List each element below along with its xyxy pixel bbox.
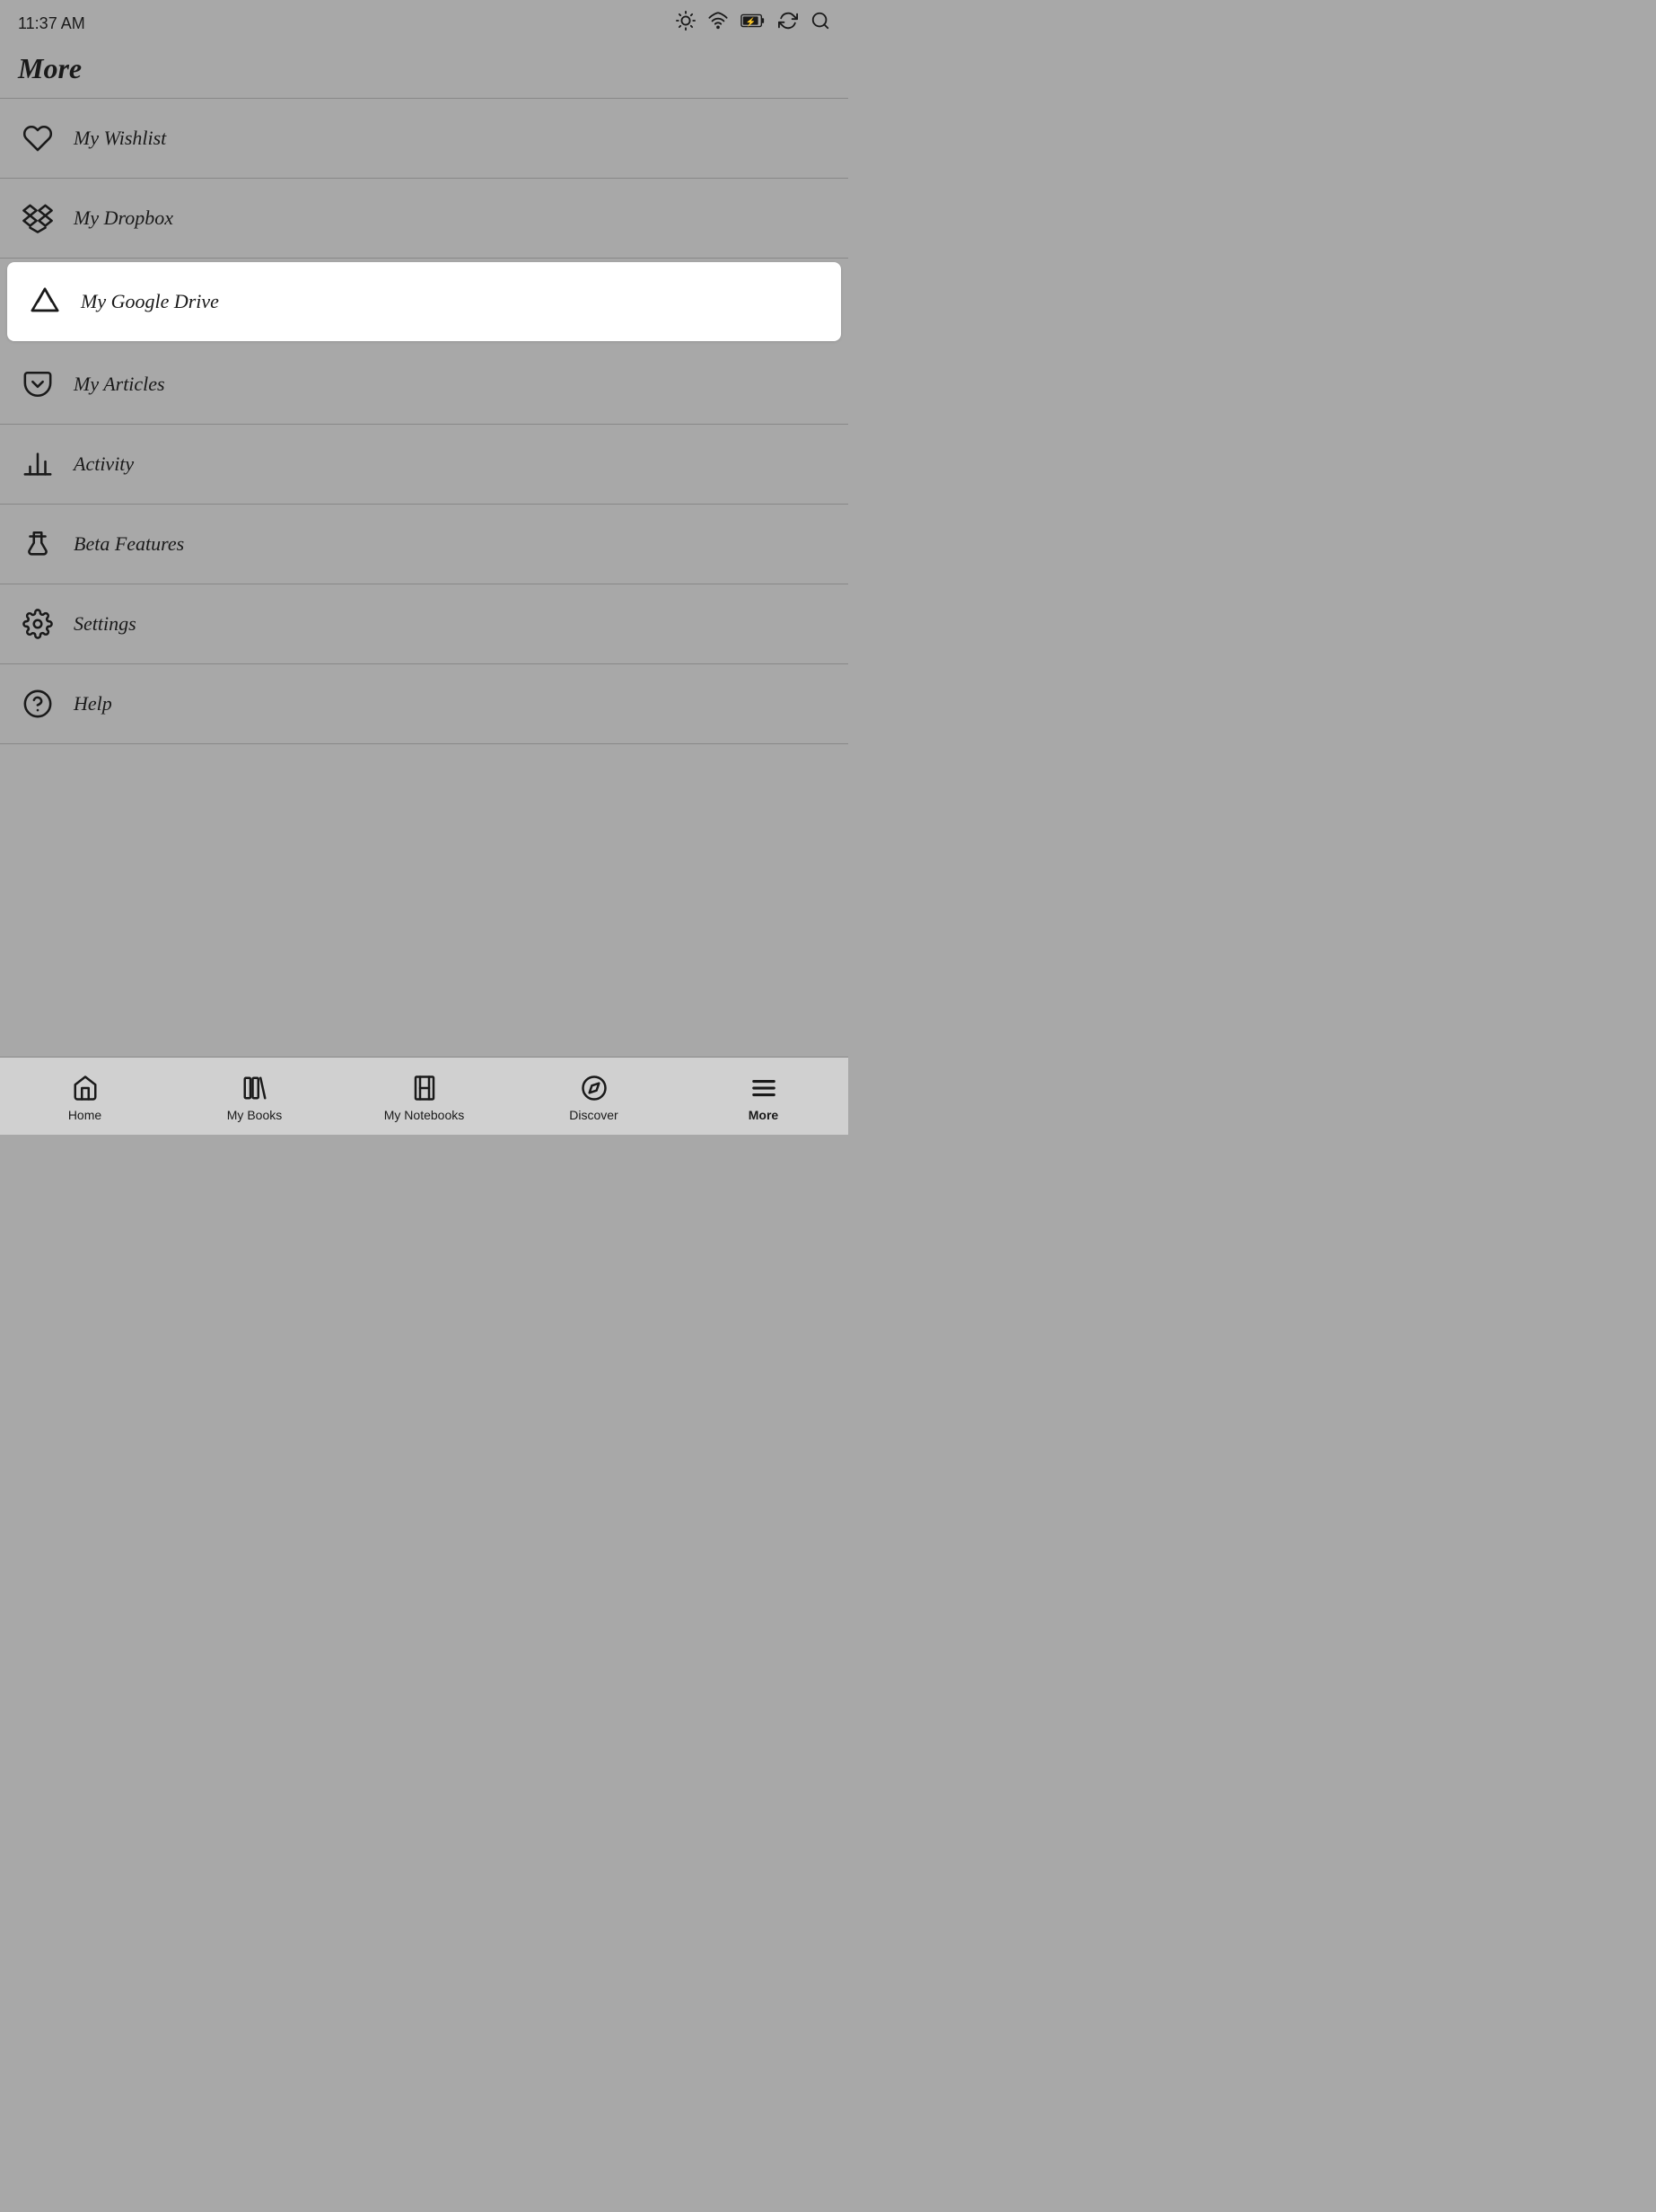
pocket-icon xyxy=(18,364,57,404)
google-drive-icon xyxy=(25,282,65,321)
nav-item-discover[interactable]: Discover xyxy=(509,1066,679,1128)
bottom-nav: Home My Books My Notebooks xyxy=(0,1057,848,1135)
dropbox-icon xyxy=(18,198,57,238)
page-title: More xyxy=(18,52,830,85)
menu-item-settings[interactable]: Settings xyxy=(0,584,848,664)
menu-item-activity[interactable]: Activity xyxy=(0,425,848,505)
compass-icon xyxy=(578,1072,610,1104)
help-circle-icon xyxy=(18,684,57,724)
menu-icon xyxy=(748,1072,780,1104)
flask-icon xyxy=(18,524,57,564)
svg-text:⚡: ⚡ xyxy=(746,17,757,28)
notebooks-icon xyxy=(408,1072,441,1104)
my-books-nav-label: My Books xyxy=(227,1108,282,1122)
beta-label: Beta Features xyxy=(74,532,184,556)
menu-item-articles[interactable]: My Articles xyxy=(0,345,848,425)
articles-label: My Articles xyxy=(74,373,165,396)
brightness-icon xyxy=(676,11,696,36)
status-time: 11:37 AM xyxy=(18,14,85,33)
bar-chart-icon xyxy=(18,444,57,484)
my-notebooks-nav-label: My Notebooks xyxy=(384,1108,464,1122)
search-icon[interactable] xyxy=(810,11,830,36)
menu-item-help[interactable]: Help xyxy=(0,664,848,744)
nav-item-my-notebooks[interactable]: My Notebooks xyxy=(339,1066,509,1128)
page-header: More xyxy=(0,43,848,99)
home-nav-label: Home xyxy=(68,1108,101,1122)
menu-list: My Wishlist My Dropbox My Google Drive xyxy=(0,99,848,1057)
menu-item-beta[interactable]: Beta Features xyxy=(0,505,848,584)
gear-icon xyxy=(18,604,57,644)
wifi-icon xyxy=(708,11,728,36)
nav-item-more[interactable]: More xyxy=(679,1066,848,1128)
battery-icon: ⚡ xyxy=(740,11,766,36)
settings-label: Settings xyxy=(74,612,136,636)
more-nav-label: More xyxy=(749,1108,778,1122)
sync-icon xyxy=(778,11,798,36)
menu-item-google-drive[interactable]: My Google Drive xyxy=(7,262,841,341)
discover-nav-label: Discover xyxy=(569,1108,618,1122)
books-icon xyxy=(239,1072,271,1104)
status-bar: 11:37 AM xyxy=(0,0,848,43)
home-icon xyxy=(69,1072,101,1104)
google-drive-label: My Google Drive xyxy=(81,290,219,313)
nav-item-home[interactable]: Home xyxy=(0,1066,170,1128)
wishlist-label: My Wishlist xyxy=(74,127,166,150)
menu-item-dropbox[interactable]: My Dropbox xyxy=(0,179,848,259)
nav-item-my-books[interactable]: My Books xyxy=(170,1066,339,1128)
dropbox-label: My Dropbox xyxy=(74,206,173,230)
activity-label: Activity xyxy=(74,452,134,476)
heart-icon xyxy=(18,118,57,158)
menu-item-wishlist[interactable]: My Wishlist xyxy=(0,99,848,179)
status-icons: ⚡ xyxy=(676,11,830,36)
help-label: Help xyxy=(74,692,112,715)
